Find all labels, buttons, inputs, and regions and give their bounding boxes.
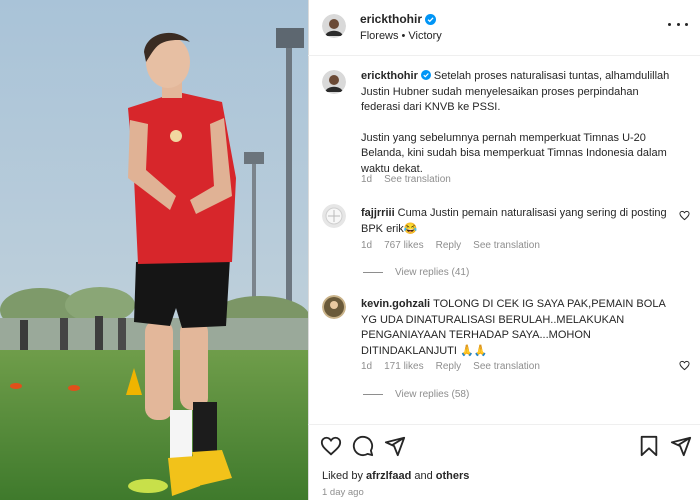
liked-by-user[interactable]: afrzlfaad xyxy=(366,470,411,482)
view-replies-label[interactable]: View replies (41) xyxy=(395,267,469,278)
comment-text: fajjrriii Cuma Justin pemain naturalisasi… xyxy=(361,206,671,237)
liked-by: Liked by afrzlfaad and others xyxy=(322,470,469,482)
comment-username[interactable]: kevin.gohzali xyxy=(361,298,430,310)
comment-icon[interactable] xyxy=(352,435,374,457)
comment-meta: 1d 171 likes Reply See translation xyxy=(361,361,540,372)
player-training-photo xyxy=(0,0,308,500)
caption-time: 1d xyxy=(361,174,373,185)
send-icon[interactable] xyxy=(384,435,406,457)
heart-icon[interactable] xyxy=(320,435,342,457)
comment-meta: 1d 767 likes Reply See translation xyxy=(361,240,540,251)
comment-item: kevin.gohzali TOLONG DI CEK IG SAYA PAK,P… xyxy=(308,290,700,420)
verified-badge-icon xyxy=(425,13,437,25)
replies-line xyxy=(363,272,383,273)
comment-time: 1d xyxy=(361,240,373,251)
caption-entry: erickthohir Setelah proses naturalisasi t… xyxy=(308,56,700,196)
post-actions: Liked by afrzlfaad and others 1 day ago xyxy=(308,424,700,500)
heart-icon[interactable] xyxy=(679,210,690,221)
avatar[interactable] xyxy=(322,14,346,38)
avatar[interactable] xyxy=(322,70,346,94)
caption-username[interactable]: erickthohir xyxy=(361,70,418,82)
comment-likes[interactable]: 171 likes xyxy=(384,361,423,372)
comment-time: 1d xyxy=(361,361,373,372)
post-header: erickthohir Florews • Victory xyxy=(308,0,700,56)
comment-username[interactable]: fajjrriii xyxy=(361,207,395,219)
view-replies-button[interactable]: View replies (41) xyxy=(363,267,469,278)
comment-text: kevin.gohzali TOLONG DI CEK IG SAYA PAK,P… xyxy=(361,297,671,359)
post-author[interactable]: erickthohir xyxy=(360,12,437,26)
audio-artist[interactable]: Florews xyxy=(360,30,399,42)
liked-by-and: and xyxy=(414,470,433,482)
audio-title[interactable]: Victory xyxy=(408,30,441,42)
view-replies-button[interactable]: View replies (58) xyxy=(363,389,469,400)
subtitle-separator: • xyxy=(401,30,406,42)
author-username[interactable]: erickthohir xyxy=(360,12,422,26)
avatar[interactable] xyxy=(322,204,346,228)
comment-likes[interactable]: 767 likes xyxy=(384,240,423,251)
post-time-ago[interactable]: 1 day ago xyxy=(322,487,364,498)
avatar[interactable] xyxy=(322,295,346,319)
bookmark-icon[interactable] xyxy=(638,435,660,457)
reply-button[interactable]: Reply xyxy=(436,361,462,372)
audio-attribution[interactable]: Florews • Victory xyxy=(360,30,442,42)
verified-badge-icon xyxy=(420,70,431,80)
liked-by-others[interactable]: others xyxy=(436,470,470,482)
see-translation-link[interactable]: See translation xyxy=(473,361,540,372)
see-translation-link[interactable]: See translation xyxy=(384,174,451,185)
post-photo[interactable] xyxy=(0,0,308,500)
caption-paragraph-2: Justin yang sebelumnya pernah memperkuat… xyxy=(361,131,667,175)
caption-meta: 1d See translation xyxy=(361,174,451,185)
view-replies-label[interactable]: View replies (58) xyxy=(395,389,469,400)
reply-button[interactable]: Reply xyxy=(436,240,462,251)
heart-icon[interactable] xyxy=(679,360,690,371)
replies-line xyxy=(363,394,383,395)
comments-section[interactable]: erickthohir Setelah proses naturalisasi t… xyxy=(308,56,700,424)
share-icon[interactable] xyxy=(670,435,692,457)
liked-by-prefix: Liked by xyxy=(322,470,363,482)
more-options-icon[interactable] xyxy=(668,16,688,32)
see-translation-link[interactable]: See translation xyxy=(473,240,540,251)
caption-text: erickthohir Setelah proses naturalisasi t… xyxy=(361,69,671,177)
post-side-panel: erickthohir Florews • Victory erickthohir S… xyxy=(308,0,700,500)
comment-body: Cuma Justin pemain naturalisasi yang ser… xyxy=(361,207,667,235)
comment-item: fajjrriii Cuma Justin pemain naturalisasi… xyxy=(308,198,700,288)
